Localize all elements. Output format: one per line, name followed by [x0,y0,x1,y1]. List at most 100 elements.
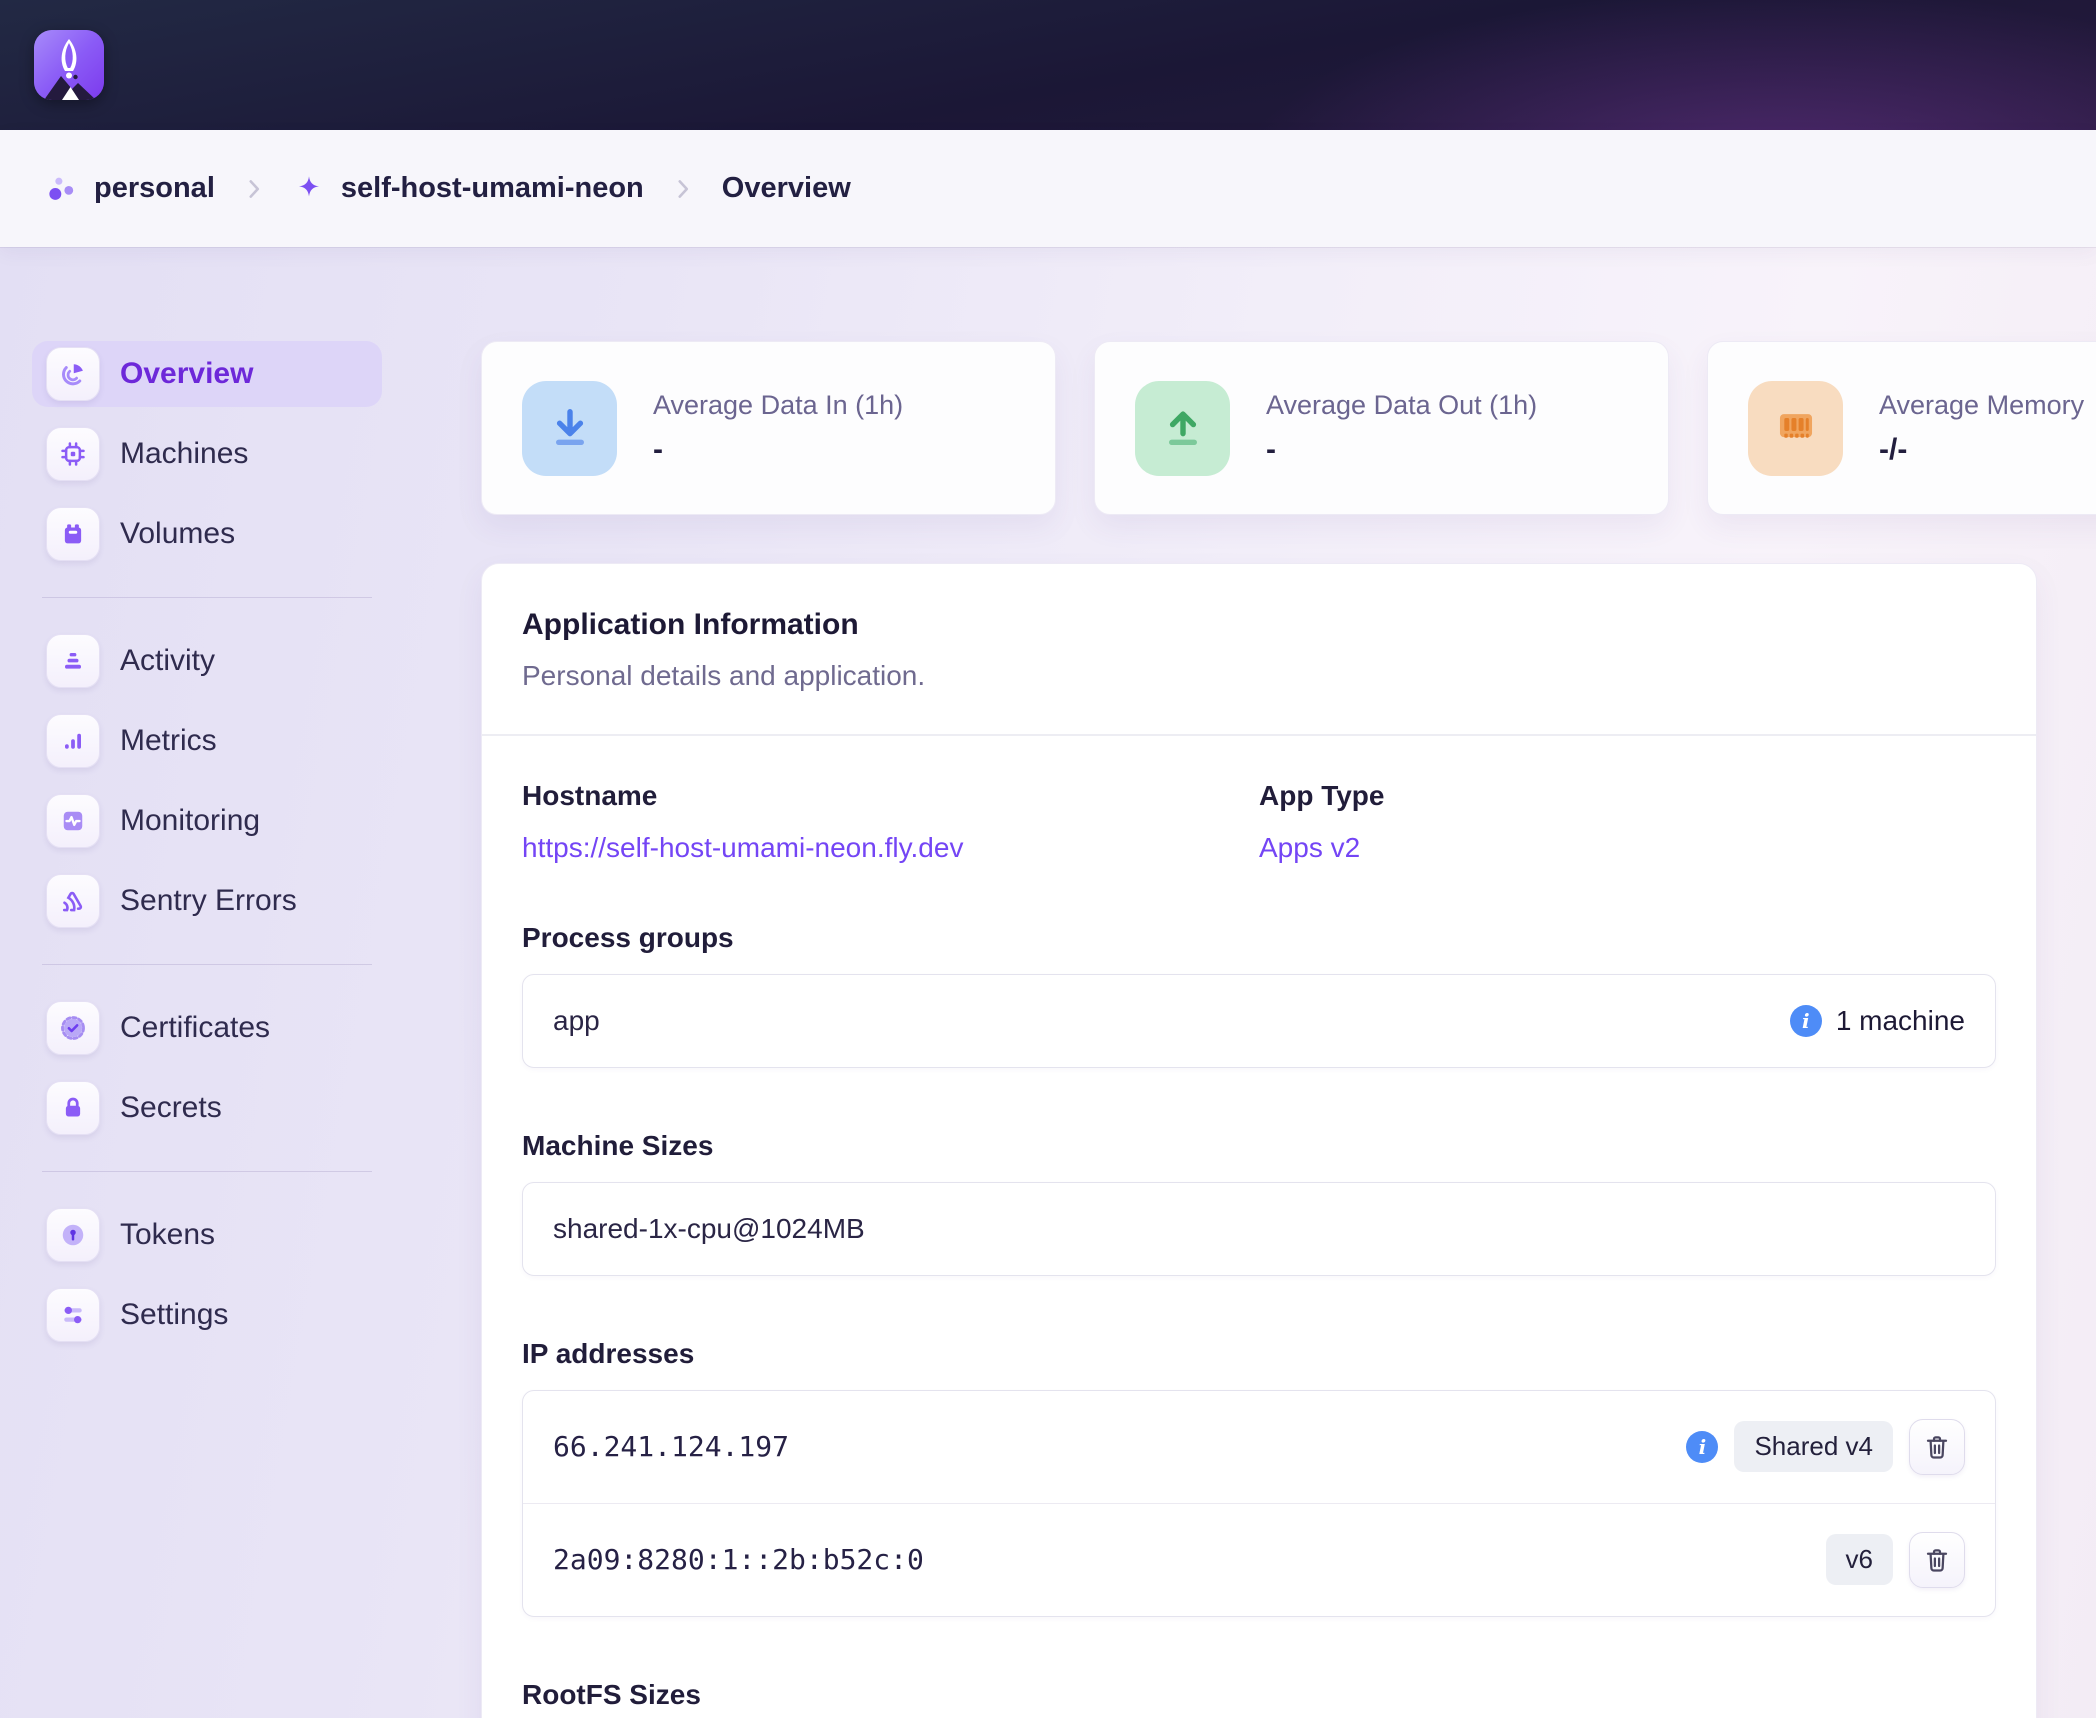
stat-label: Average Data Out (1h) [1266,390,1537,421]
machine-sizes-section: Machine Sizes shared-1x-cpu@1024MB [522,1130,1996,1276]
ip-row-v4: 66.241.124.197 i Shared v4 [523,1391,1995,1503]
stat-value: -/- [1879,433,2084,467]
top-navbar [0,0,2096,130]
trash-icon [1922,1432,1952,1462]
ip-type-badge: v6 [1826,1534,1893,1585]
sidebar-item-label: Sentry Errors [120,884,297,918]
main-panel: Average Data In (1h) - Average Data Out … [481,341,2037,1718]
upload-icon [1135,381,1230,476]
sidebar-item-secrets[interactable]: Secrets [32,1075,382,1141]
machine-count: 1 machine [1836,1005,1965,1037]
fly-logo-icon[interactable] [34,30,104,100]
hostname-apptype-row: Hostname https://self-host-umami-neon.fl… [522,780,1996,864]
sidebar-item-label: Certificates [120,1011,270,1045]
chevron-right-icon [241,176,267,202]
hostname-field: Hostname https://self-host-umami-neon.fl… [522,780,1259,864]
breadcrumb: personal self-host-umami-neon Overview [0,130,2096,247]
bar-chart-icon [46,714,100,768]
stat-card-data-out: Average Data Out (1h) - [1094,341,1669,515]
sidebar-item-settings[interactable]: Settings [32,1282,382,1348]
process-group-row: app i 1 machine [523,975,1995,1067]
download-icon [522,381,617,476]
sidebar-item-overview[interactable]: Overview [32,341,382,407]
org-dots-icon [44,172,78,206]
sidebar-item-volumes[interactable]: Volumes [32,501,382,567]
card-title: Application Information [522,608,1996,642]
app-type-label: App Type [1259,780,1996,812]
sidebar-item-label: Secrets [120,1091,222,1125]
sidebar-item-label: Settings [120,1298,228,1332]
info-icon[interactable]: i [1686,1431,1718,1463]
sidebar-item-metrics[interactable]: Metrics [32,708,382,774]
sentry-icon [46,874,100,928]
breadcrumb-page-label[interactable]: Overview [722,172,851,205]
sidebar-divider [42,964,372,965]
sidebar-item-label: Volumes [120,517,235,551]
stat-label: Average Data In (1h) [653,390,903,421]
sliders-icon [46,1288,100,1342]
sidebar-item-certificates[interactable]: Certificates [32,995,382,1061]
process-groups-section: Process groups app i 1 machine [522,922,1996,1068]
delete-ip-button[interactable] [1909,1419,1965,1475]
ip-addresses-section: IP addresses 66.241.124.197 i Shared v4 [522,1338,1996,1617]
breadcrumb-org[interactable]: personal [44,172,215,206]
application-information-card: Application Information Personal details… [481,563,2037,1718]
hostname-link[interactable]: https://self-host-umami-neon.fly.dev [522,832,963,864]
sidebar-divider [42,1171,372,1172]
cpu-icon [46,427,100,481]
stat-value: - [1266,433,1537,467]
info-icon[interactable]: i [1790,1005,1822,1037]
delete-ip-button[interactable] [1909,1532,1965,1588]
rootfs-sizes-section: RootFS Sizes 471 MB i 1 machine [522,1679,1996,1718]
card-subtitle: Personal details and application. [522,660,1996,692]
sidebar-item-tokens[interactable]: Tokens [32,1202,382,1268]
stat-card-data-in: Average Data In (1h) - [481,341,1056,515]
machine-size-row: shared-1x-cpu@1024MB [523,1183,1995,1275]
fly-dashboard: personal self-host-umami-neon Overview [0,0,2096,1718]
ip-type-badge: Shared v4 [1734,1421,1893,1472]
sparkle-icon [293,173,325,205]
rootfs-sizes-label: RootFS Sizes [522,1679,1996,1711]
ip-address-value: 2a09:8280:1::2b:b52c:0 [553,1543,924,1576]
keyhole-icon [46,1208,100,1262]
process-group-name: app [553,1005,600,1037]
sidebar-item-activity[interactable]: Activity [32,628,382,694]
stat-cards-row: Average Data In (1h) - Average Data Out … [481,341,2096,515]
sidebar-item-label: Monitoring [120,804,260,838]
stat-card-memory: Average Memory -/- [1707,341,2096,515]
sidebar: Overview Machines [32,341,382,1718]
badge-check-icon [46,1001,100,1055]
stat-label: Average Memory [1879,390,2084,421]
sidebar-item-monitoring[interactable]: Monitoring [32,788,382,854]
sidebar-item-machines[interactable]: Machines [32,421,382,487]
machine-size-value: shared-1x-cpu@1024MB [553,1213,865,1245]
sidebar-item-sentry-errors[interactable]: Sentry Errors [32,868,382,934]
stacked-bars-icon [46,634,100,688]
sidebar-item-label: Tokens [120,1218,215,1252]
sidebar-item-label: Machines [120,437,248,471]
breadcrumb-app-label: self-host-umami-neon [341,172,644,205]
waveform-icon [46,794,100,848]
memory-icon [1748,381,1843,476]
ip-address-value: 66.241.124.197 [553,1430,789,1463]
sidebar-item-label: Activity [120,644,215,678]
app-type-link[interactable]: Apps v2 [1259,832,1360,864]
sidebar-item-label: Overview [120,357,253,391]
package-icon [46,507,100,561]
sidebar-divider [42,597,372,598]
app-type-field: App Type Apps v2 [1259,780,1996,864]
ip-row-v6: 2a09:8280:1::2b:b52c:0 v6 [523,1503,1995,1616]
pie-chart-icon [46,347,100,401]
chevron-right-icon [670,176,696,202]
content-area: Overview Machines [0,247,2096,1718]
sidebar-item-label: Metrics [120,724,217,758]
stat-value: - [653,433,903,467]
hostname-label: Hostname [522,780,1259,812]
lock-icon [46,1081,100,1135]
process-groups-label: Process groups [522,922,1996,954]
machine-sizes-label: Machine Sizes [522,1130,1996,1162]
trash-icon [1922,1545,1952,1575]
breadcrumb-app[interactable]: self-host-umami-neon [293,172,644,205]
ip-addresses-label: IP addresses [522,1338,1996,1370]
breadcrumb-org-label: personal [94,172,215,205]
